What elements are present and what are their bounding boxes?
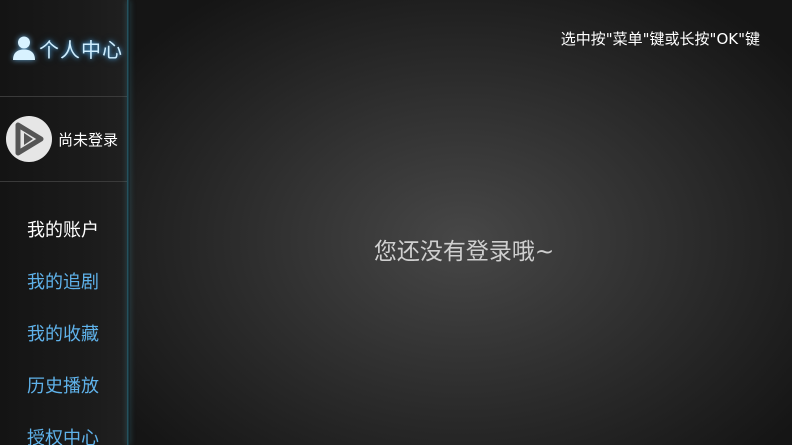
- sidebar-header: 个人中心: [0, 0, 127, 96]
- sidebar-nav: 我的账户 我的追剧 我的收藏 历史播放 授权中心: [0, 205, 127, 445]
- sidebar-divider: [0, 181, 127, 182]
- screen: 个人中心 尚未登录 我的账户 我的追剧 我的收藏 历史播放 授权中心 选中按"菜…: [0, 0, 792, 445]
- sidebar-item-my-account[interactable]: 我的账户: [0, 205, 127, 257]
- sidebar-title: 个人中心: [39, 37, 123, 62]
- avatar[interactable]: [6, 116, 52, 162]
- sidebar-item-play-history[interactable]: 历史播放: [0, 361, 127, 413]
- sidebar-edge-glow: [127, 0, 130, 445]
- sidebar-item-my-favorites[interactable]: 我的收藏: [0, 309, 127, 361]
- sidebar-item-authorization-center[interactable]: 授权中心: [0, 413, 127, 445]
- play-logo-icon: [15, 122, 44, 156]
- person-icon: [13, 36, 35, 60]
- menu-hint-text: 选中按"菜单"键或长按"OK"键: [560, 30, 760, 48]
- sidebar: 个人中心 尚未登录 我的账户 我的追剧 我的收藏 历史播放 授权中心: [0, 0, 127, 445]
- empty-state-message: 您还没有登录哦~: [373, 239, 555, 265]
- login-status-text: 尚未登录: [58, 130, 119, 149]
- user-login-block[interactable]: 尚未登录: [0, 97, 127, 181]
- sidebar-item-my-series[interactable]: 我的追剧: [0, 257, 127, 309]
